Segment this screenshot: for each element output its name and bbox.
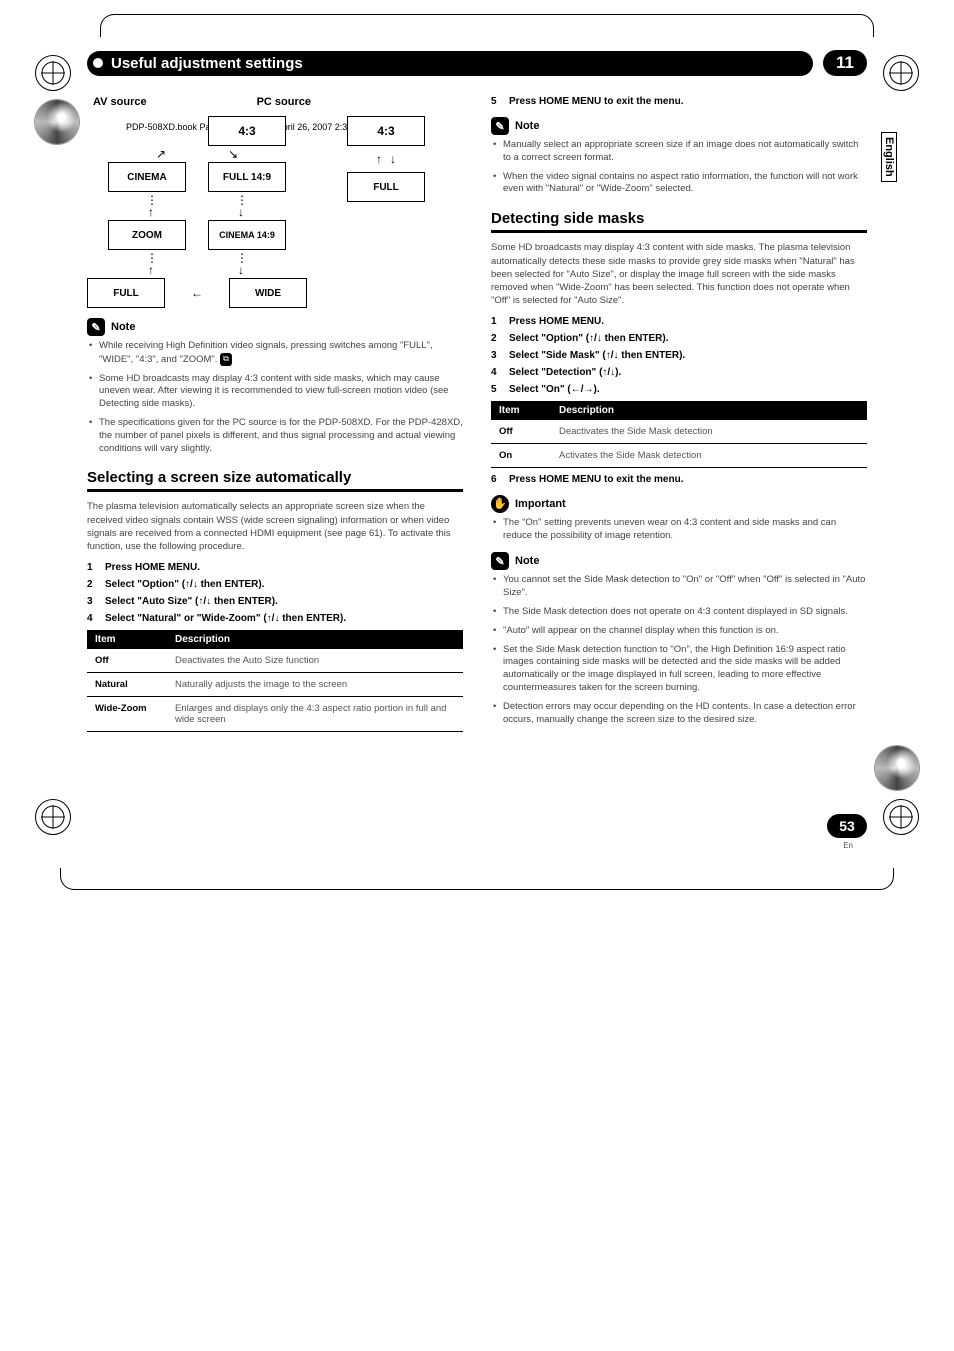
step: Press HOME MENU to exit the menu. xyxy=(491,474,867,485)
auto-size-table: Item Description OffDeactivates the Auto… xyxy=(87,630,463,732)
node-4-3: 4:3 xyxy=(208,116,286,146)
note-text: "Auto" will appear on the channel displa… xyxy=(493,625,867,638)
node-pc-full: FULL xyxy=(347,172,425,202)
note-text: Detection errors may occur depending on … xyxy=(493,701,867,727)
side-mask-steps-cont: Press HOME MENU to exit the menu. xyxy=(491,474,867,485)
arrow-left-icon: ← xyxy=(187,286,207,300)
note-text: Some HD broadcasts may display 4:3 conte… xyxy=(89,373,463,411)
note-text: While receiving High Definition video si… xyxy=(99,340,433,365)
section-heading: Detecting side masks xyxy=(491,210,867,233)
table-header: Item xyxy=(491,401,551,420)
note-text: When the video signal contains no aspect… xyxy=(493,171,867,197)
chapter-bullet-icon xyxy=(93,58,103,68)
dots-up-icon: ⋮↑ xyxy=(146,252,158,276)
note-text: Manually select an appropriate screen si… xyxy=(493,139,867,165)
note-label: Note xyxy=(515,120,539,132)
table-row: Wide-ZoomEnlarges and displays only the … xyxy=(87,696,463,731)
step: Press HOME MENU. xyxy=(491,316,867,327)
dots-up-icon: ⋮↑ xyxy=(146,194,158,218)
note-text: The Side Mask detection does not operate… xyxy=(493,606,867,619)
important-list: The "On" setting prevents uneven wear on… xyxy=(491,517,867,543)
section-description: Some HD broadcasts may display 4:3 conte… xyxy=(491,241,867,307)
important-text: The "On" setting prevents uneven wear on… xyxy=(493,517,867,543)
table-row: OffDeactivates the Auto Size function xyxy=(87,649,463,673)
dots-down-icon: ⋮↓ xyxy=(236,252,248,276)
note-text: You cannot set the Side Mask detection t… xyxy=(493,574,867,600)
step: Select "Auto Size" (↑/↓ then ENTER). xyxy=(87,596,463,607)
node-zoom: ZOOM xyxy=(108,220,186,250)
chapter-header: Useful adjustment settings 11 xyxy=(87,50,867,76)
step: Select "Option" (↑/↓ then ENTER). xyxy=(87,579,463,590)
pencil-icon: ✎ xyxy=(491,552,509,570)
left-note-list: While receiving High Definition video si… xyxy=(87,340,463,455)
node-full: FULL xyxy=(87,278,165,308)
crop-mark-icon xyxy=(883,799,919,835)
color-wheel-icon xyxy=(35,100,79,144)
dots-down-icon: ⋮↓ xyxy=(236,194,248,218)
table-row: NaturalNaturally adjusts the image to th… xyxy=(87,672,463,696)
language-tab: English xyxy=(881,132,897,182)
arrow-up-icon: ↑ xyxy=(376,152,382,166)
node-cinema-14-9: CINEMA 14:9 xyxy=(208,220,286,250)
step: Press HOME MENU to exit the menu. xyxy=(491,96,867,107)
note-text: The specifications given for the PC sour… xyxy=(89,417,463,455)
color-wheel-icon xyxy=(875,746,919,790)
table-row: OffDeactivates the Side Mask detection xyxy=(491,420,867,444)
page-number-badge: 53 xyxy=(827,814,867,838)
chapter-title: Useful adjustment settings xyxy=(111,55,303,72)
auto-size-steps: Press HOME MENU. Select "Option" (↑/↓ th… xyxy=(87,562,463,624)
side-mask-steps: Press HOME MENU. Select "Option" (↑/↓ th… xyxy=(491,316,867,395)
table-header: Description xyxy=(167,630,463,649)
step: Select "Natural" or "Wide-Zoom" (↑/↓ the… xyxy=(87,613,463,624)
important-icon: ✋ xyxy=(491,495,509,513)
node-pc-4-3: 4:3 xyxy=(347,116,425,146)
pc-source-heading: PC source xyxy=(257,96,311,108)
arrow-down-icon: ↓ xyxy=(390,152,396,166)
pencil-icon: ✎ xyxy=(87,318,105,336)
arrow-up-left-icon: ↗ xyxy=(155,148,167,160)
section-heading: Selecting a screen size automatically xyxy=(87,469,463,492)
right-note-list-1: Manually select an appropriate screen si… xyxy=(491,139,867,196)
page-frame-bottom xyxy=(60,868,894,890)
step: Select "Side Mask" (↑/↓ then ENTER). xyxy=(491,350,867,361)
crop-mark-icon xyxy=(883,55,919,91)
step: Select "On" (←/→). xyxy=(491,384,867,395)
av-source-heading: AV source xyxy=(93,96,147,108)
note-text: Set the Side Mask detection function to … xyxy=(493,644,867,695)
side-mask-table: Item Description OffDeactivates the Side… xyxy=(491,401,867,468)
arrow-down-right-icon: ↘ xyxy=(227,148,239,160)
pencil-icon: ✎ xyxy=(491,117,509,135)
table-row: OnActivates the Side Mask detection xyxy=(491,443,867,467)
table-header: Item xyxy=(87,630,167,649)
screen-size-button-icon: ⧉ xyxy=(220,353,232,366)
note-label: Note xyxy=(515,555,539,567)
crop-mark-icon xyxy=(35,799,71,835)
step: Press HOME MENU. xyxy=(87,562,463,573)
table-header: Description xyxy=(551,401,867,420)
auto-size-steps-cont: Press HOME MENU to exit the menu. xyxy=(491,96,867,107)
node-cinema: CINEMA xyxy=(108,162,186,192)
node-full-14-9: FULL 14:9 xyxy=(208,162,286,192)
crop-mark-icon xyxy=(35,55,71,91)
chapter-number: 11 xyxy=(823,50,867,76)
node-wide: WIDE xyxy=(229,278,307,308)
right-note-list-2: You cannot set the Side Mask detection t… xyxy=(491,574,867,726)
section-description: The plasma television automatically sele… xyxy=(87,500,463,553)
page-lang: En xyxy=(843,841,853,850)
important-label: Important xyxy=(515,498,566,510)
step: Select "Detection" (↑/↓). xyxy=(491,367,867,378)
screen-size-flow-diagram: 4:3 ↗ ↘ CINEMA FULL 14:9 ⋮↑ ⋮↓ xyxy=(87,116,463,308)
step: Select "Option" (↑/↓ then ENTER). xyxy=(491,333,867,344)
note-label: Note xyxy=(111,321,135,333)
